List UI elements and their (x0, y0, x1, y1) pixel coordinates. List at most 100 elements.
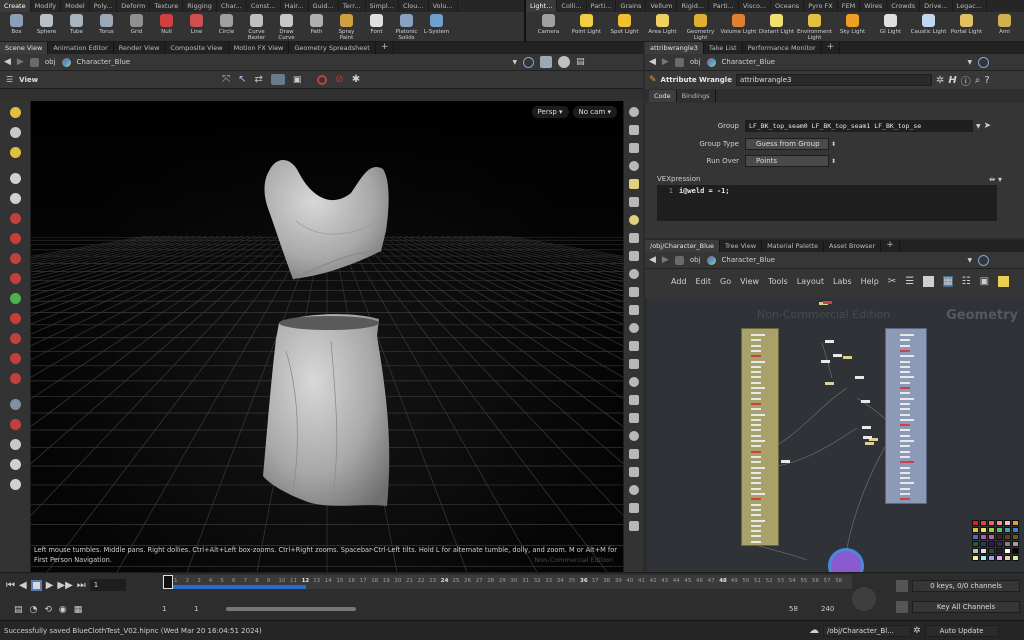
color-swatch[interactable] (988, 541, 995, 547)
node[interactable] (900, 376, 914, 379)
path-obj-label[interactable]: obj (690, 58, 701, 66)
lasso-icon[interactable] (6, 123, 24, 141)
node[interactable] (751, 514, 761, 517)
node[interactable] (865, 442, 874, 445)
path-dropdown-icon[interactable]: ▼ (968, 257, 973, 264)
pane-tab-render-view[interactable]: Render View (114, 42, 166, 54)
color-swatch[interactable] (1004, 527, 1011, 533)
path-dropdown-icon[interactable]: ▼ (968, 59, 973, 66)
pane-tab-obj-character-blue[interactable]: /obj/Character_Blue (645, 240, 721, 252)
back-arrow-icon[interactable]: ◀ (649, 57, 656, 67)
brush-icon[interactable] (626, 320, 642, 335)
node[interactable] (751, 487, 761, 490)
color-swatch[interactable] (1012, 541, 1019, 547)
align-icon[interactable]: ⇄ (254, 74, 262, 85)
shelf-tool-volume-light[interactable]: Volume Light (720, 12, 757, 42)
shelf-tool-geometry-light[interactable]: Geometry Light (682, 12, 719, 42)
color-swatch[interactable] (980, 548, 987, 554)
color-swatch[interactable] (980, 555, 987, 561)
lock-icon[interactable] (6, 189, 24, 207)
node[interactable] (900, 424, 910, 427)
color-swatch[interactable] (972, 534, 979, 540)
node[interactable] (861, 400, 870, 403)
help-h-icon[interactable]: H (948, 75, 956, 86)
color-swatch[interactable] (1004, 541, 1011, 547)
node[interactable] (900, 355, 914, 358)
node[interactable] (751, 355, 761, 358)
node[interactable] (751, 344, 761, 347)
group-type-select[interactable]: Guess from Group (745, 138, 829, 150)
net-menu-add[interactable]: Add (671, 277, 687, 286)
node[interactable] (751, 530, 761, 533)
flipbook-icon[interactable]: ▣ (293, 75, 302, 85)
shelf-tool-point-light[interactable]: Point Light (568, 12, 605, 42)
node[interactable] (751, 418, 761, 421)
path-dropdown-icon[interactable]: ▼ (513, 59, 518, 66)
forward-arrow-icon[interactable]: ▶ (662, 255, 669, 265)
color-swatch[interactable] (1004, 555, 1011, 561)
node[interactable] (900, 482, 914, 485)
node[interactable] (781, 460, 790, 463)
run-over-dropdown-icon[interactable]: ⬍ (829, 158, 836, 165)
node[interactable] (825, 382, 834, 385)
tab-code[interactable]: Code (649, 90, 677, 102)
number-icon[interactable] (626, 338, 642, 353)
lock-camera-icon[interactable] (626, 140, 642, 155)
shelf-tab-guid[interactable]: Guid... (309, 0, 339, 12)
color-swatch[interactable] (996, 534, 1003, 540)
select-tool-icon[interactable]: ⤧ (222, 74, 230, 85)
node[interactable] (751, 524, 761, 527)
scene-settings-icon[interactable]: ▤ (576, 57, 585, 67)
add-tab-button[interactable]: + (822, 42, 841, 54)
shelf-tool-grid[interactable]: Grid (122, 12, 151, 42)
node[interactable] (900, 440, 914, 442)
color-swatch[interactable] (996, 520, 1003, 526)
shelf-tab-wires[interactable]: Wires (860, 0, 888, 12)
color-swatch[interactable] (988, 527, 995, 533)
node[interactable] (751, 535, 761, 538)
node[interactable] (900, 445, 910, 448)
shelf-tool-circle[interactable]: Circle (212, 12, 241, 42)
pane-tab-attribwrangle3[interactable]: attribwrangle3 (645, 42, 704, 54)
list-view-icon[interactable]: ☰ (905, 276, 914, 287)
node-name-field[interactable]: attribwrangle3 (735, 74, 932, 86)
shade-icon[interactable] (626, 410, 642, 425)
wireframe-icon[interactable] (626, 428, 642, 443)
frame-ruler[interactable]: 1 2 3 4 5 6 7 8 9 10 11 12 13 14 15 16 17 18 19 20 21 22 23 24 2… (162, 575, 852, 589)
playhead[interactable] (163, 575, 173, 589)
magnet-red-icon[interactable] (6, 369, 24, 387)
pane-tab-animation-editor[interactable]: Animation Editor (48, 42, 114, 54)
global-anim-icon[interactable]: ▦ (74, 605, 83, 615)
range-start2-field[interactable]: 1 (194, 605, 198, 613)
node[interactable] (751, 339, 761, 342)
render-icon[interactable] (6, 455, 24, 473)
node[interactable] (751, 498, 761, 501)
node[interactable] (900, 334, 914, 336)
node[interactable] (900, 466, 910, 469)
node[interactable] (751, 445, 761, 448)
node[interactable] (900, 387, 910, 389)
node[interactable] (900, 365, 910, 368)
node[interactable] (751, 482, 761, 485)
color-swatch[interactable] (1012, 520, 1019, 526)
color-swatch[interactable] (972, 527, 979, 533)
color-swatch[interactable] (996, 527, 1003, 533)
color-swatch[interactable] (1004, 548, 1011, 554)
camera-tumble-icon[interactable] (6, 435, 24, 453)
shelf-tool-box[interactable]: Box (2, 12, 31, 42)
shelf-tab-oceans[interactable]: Oceans (771, 0, 805, 12)
color-swatch[interactable] (1004, 520, 1011, 526)
path-obj-label[interactable]: obj (45, 58, 56, 66)
shelf-tab-colli[interactable]: Colli... (557, 0, 587, 12)
node[interactable] (843, 356, 852, 359)
node[interactable] (900, 487, 910, 490)
shelf-tool-environment-light[interactable]: Environment Light (796, 12, 833, 42)
node[interactable] (751, 461, 761, 464)
vex-code-editor[interactable]: 1 i@weld = -1; (657, 185, 997, 221)
shelf-tab-light[interactable]: Light... (526, 0, 558, 12)
shelf-tool-draw-curve[interactable]: Draw Curve (272, 12, 301, 42)
shelf-tool-path[interactable]: Path (302, 12, 331, 42)
paint-icon[interactable] (626, 374, 642, 389)
shelf-tool-tube[interactable]: Tube (62, 12, 91, 42)
range-start-field[interactable]: 1 (162, 605, 166, 613)
